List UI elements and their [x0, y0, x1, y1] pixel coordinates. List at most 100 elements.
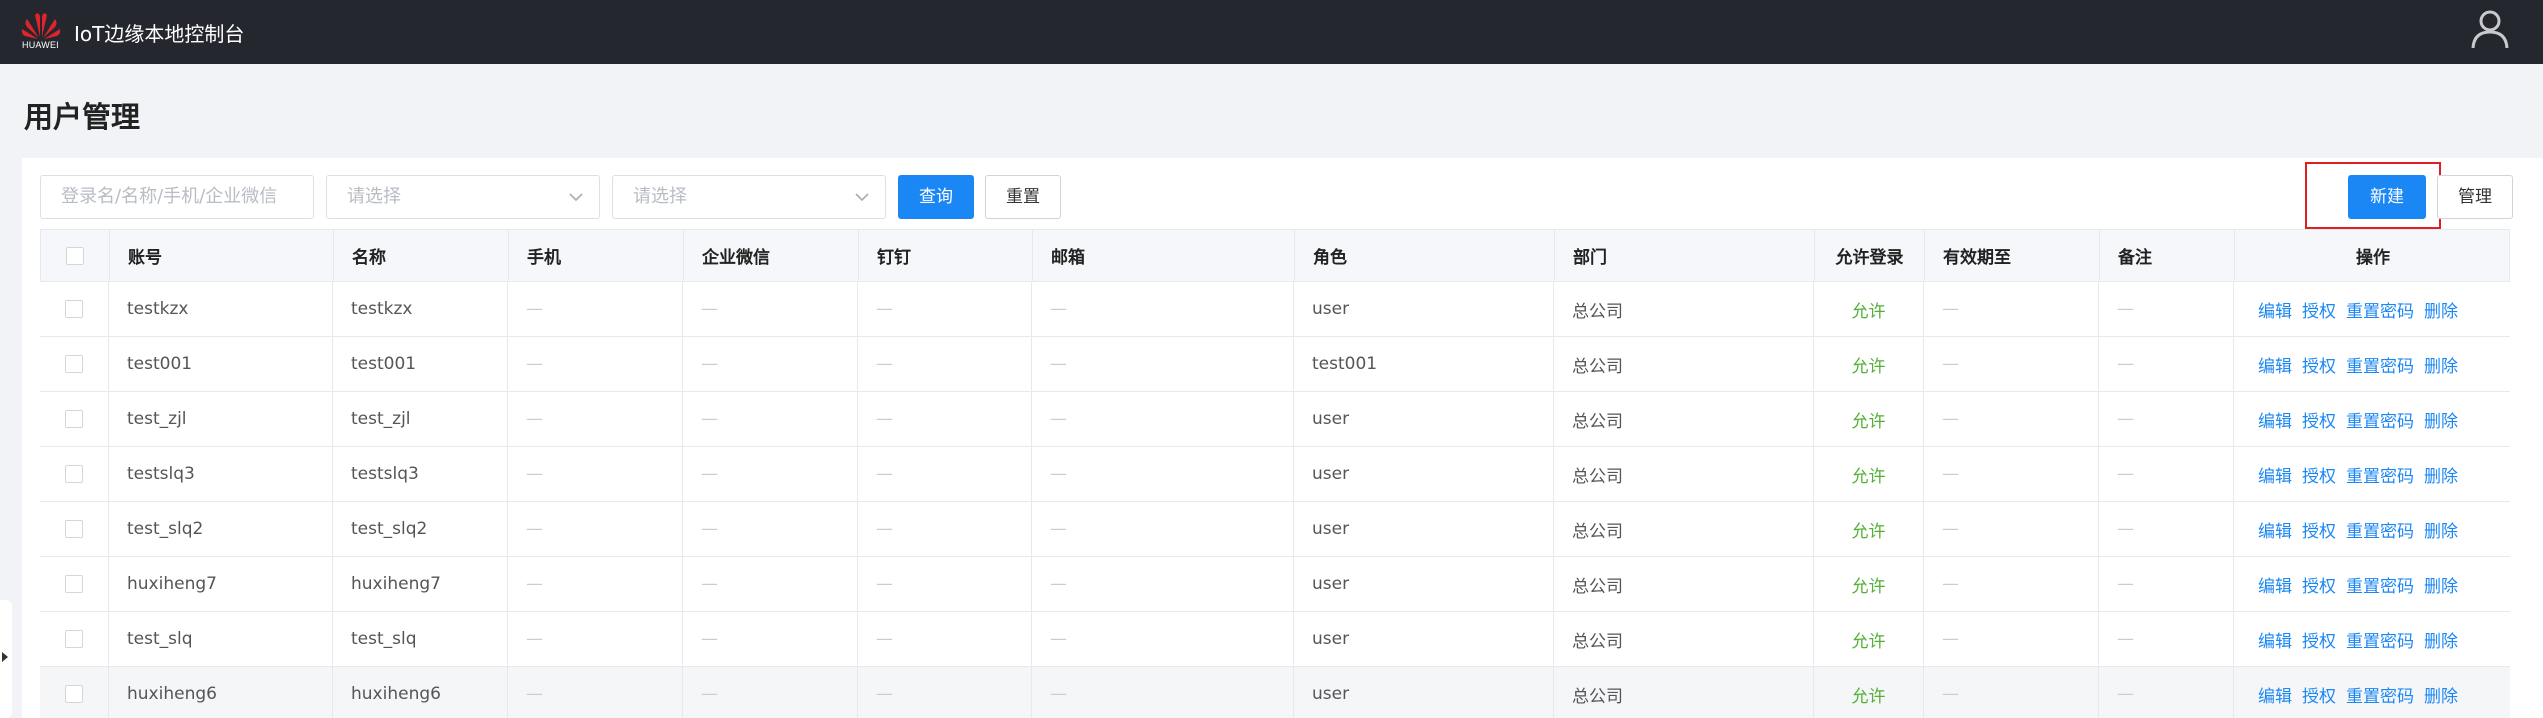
edit-link[interactable]: 编辑	[2258, 407, 2292, 432]
col-header: 手机	[509, 230, 684, 281]
authorize-link[interactable]: 授权	[2302, 407, 2336, 432]
table-row[interactable]: huxiheng6 huxiheng6 — — — — user 总公司 允许 — — 编辑 授权 重置密…	[40, 667, 2510, 718]
table-row[interactable]: testkzx testkzx — — — — user 总公司 允许 — — 编辑 授权 重置密码 删除	[40, 282, 2510, 337]
edit-link[interactable]: 编辑	[2258, 517, 2292, 542]
cell-dingtalk-text: —	[876, 409, 893, 429]
cell-name-text: huxiheng6	[351, 684, 441, 704]
cell-email-text: —	[1050, 629, 1067, 649]
row-checkbox[interactable]	[65, 300, 83, 318]
cell-name: test_slq	[333, 612, 508, 666]
cell-remark-text: —	[2117, 464, 2134, 484]
delete-link[interactable]: 删除	[2424, 462, 2458, 487]
cell-name: testslq3	[333, 447, 508, 501]
side-collapse-tab[interactable]	[0, 600, 12, 718]
cell-phone-text: —	[526, 684, 543, 704]
delete-link[interactable]: 删除	[2424, 352, 2458, 377]
cell-remark: —	[2099, 337, 2234, 391]
row-checkbox[interactable]	[65, 630, 83, 648]
cell-phone: —	[508, 502, 683, 556]
row-checkbox[interactable]	[65, 575, 83, 593]
reset-button[interactable]: 重置	[985, 175, 1061, 219]
cell-allow: 允许	[1814, 557, 1924, 611]
reset-password-link[interactable]: 重置密码	[2346, 297, 2414, 322]
cell-account-text: test001	[127, 354, 193, 374]
reset-password-link[interactable]: 重置密码	[2346, 352, 2414, 377]
cell-email: —	[1032, 337, 1294, 391]
cell-role-text: user	[1312, 519, 1350, 539]
manage-button[interactable]: 管理	[2437, 175, 2513, 219]
delete-link[interactable]: 删除	[2424, 572, 2458, 597]
table-row[interactable]: huxiheng7 huxiheng7 — — — — user 总公司 允许 — — 编辑 授权 重置密…	[40, 557, 2510, 612]
cell-account: huxiheng7	[109, 557, 333, 611]
delete-link[interactable]: 删除	[2424, 407, 2458, 432]
cell-remark-text: —	[2117, 409, 2134, 429]
cell-dept: 总公司	[1554, 392, 1814, 446]
row-checkbox-cell	[40, 502, 109, 556]
reset-password-link[interactable]: 重置密码	[2346, 407, 2414, 432]
row-checkbox[interactable]	[65, 520, 83, 538]
row-checkbox[interactable]	[65, 355, 83, 373]
user-icon[interactable]	[2470, 8, 2510, 50]
delete-link[interactable]: 删除	[2424, 682, 2458, 707]
reset-password-link[interactable]: 重置密码	[2346, 627, 2414, 652]
table-row[interactable]: testslq3 testslq3 — — — — user 总公司 允许 — — 编辑 授权 重置密码删…	[40, 447, 2510, 502]
delete-link[interactable]: 删除	[2424, 517, 2458, 542]
reset-password-link[interactable]: 重置密码	[2346, 462, 2414, 487]
edit-link[interactable]: 编辑	[2258, 682, 2292, 707]
table-row[interactable]: test001 test001 — — — — test001 总公司 允许 — — 编辑 授权 重置密码…	[40, 337, 2510, 392]
authorize-link[interactable]: 授权	[2302, 462, 2336, 487]
cell-dingtalk-text: —	[876, 574, 893, 594]
cell-phone: —	[508, 667, 683, 718]
reset-password-link[interactable]: 重置密码	[2346, 572, 2414, 597]
cell-remark-text: —	[2117, 354, 2134, 374]
reset-password-link[interactable]: 重置密码	[2346, 517, 2414, 542]
cell-phone: —	[508, 392, 683, 446]
search-input[interactable]: 登录名/名称/手机/企业微信	[40, 175, 314, 219]
cell-remark: —	[2099, 557, 2234, 611]
delete-link[interactable]: 删除	[2424, 627, 2458, 652]
row-checkbox[interactable]	[65, 410, 83, 428]
cell-dept: 总公司	[1554, 612, 1814, 666]
table-row[interactable]: test_slq2 test_slq2 — — — — user 总公司 允许 — — 编辑 授权 重置密…	[40, 502, 2510, 557]
row-checkbox[interactable]	[65, 465, 83, 483]
authorize-link[interactable]: 授权	[2302, 682, 2336, 707]
reset-password-link[interactable]: 重置密码	[2346, 682, 2414, 707]
new-button[interactable]: 新建	[2348, 175, 2426, 219]
row-checkbox[interactable]	[65, 685, 83, 703]
edit-link[interactable]: 编辑	[2258, 627, 2292, 652]
delete-link[interactable]: 删除	[2424, 297, 2458, 322]
edit-link[interactable]: 编辑	[2258, 352, 2292, 377]
cell-expire: —	[1924, 667, 2099, 718]
authorize-link[interactable]: 授权	[2302, 572, 2336, 597]
select-filter-2[interactable]: 请选择	[612, 175, 886, 219]
cell-role: user	[1294, 557, 1554, 611]
select-filter-1[interactable]: 请选择	[326, 175, 600, 219]
cell-expire-text: —	[1942, 684, 1959, 704]
row-checkbox-cell	[40, 337, 109, 391]
cell-name-text: test_zjl	[351, 409, 411, 429]
cell-dept-text: 总公司	[1572, 576, 1623, 597]
cell-wecom: —	[683, 447, 858, 501]
cell-wecom-text: —	[701, 629, 718, 649]
col-header: 企业微信	[684, 230, 859, 281]
edit-link[interactable]: 编辑	[2258, 462, 2292, 487]
cell-phone: —	[508, 612, 683, 666]
authorize-link[interactable]: 授权	[2302, 627, 2336, 652]
table-row[interactable]: test_zjl test_zjl — — — — user 总公司 允许 — — 编辑 授权 重置密码删…	[40, 392, 2510, 447]
authorize-link[interactable]: 授权	[2302, 352, 2336, 377]
caret-right-icon	[2, 652, 8, 662]
authorize-link[interactable]: 授权	[2302, 517, 2336, 542]
select-all-checkbox[interactable]	[66, 246, 84, 265]
edit-link[interactable]: 编辑	[2258, 297, 2292, 322]
cell-account-text: test_zjl	[127, 409, 187, 429]
query-button[interactable]: 查询	[898, 175, 974, 219]
edit-link[interactable]: 编辑	[2258, 572, 2292, 597]
cell-role: user	[1294, 282, 1554, 336]
cell-wecom-text: —	[701, 464, 718, 484]
table-row[interactable]: test_slq test_slq — — — — user 总公司 允许 — — 编辑 授权 重置密码删…	[40, 612, 2510, 667]
row-checkbox-cell	[40, 447, 109, 501]
cell-email-text: —	[1050, 299, 1067, 319]
cell-name-text: huxiheng7	[351, 574, 441, 594]
authorize-link[interactable]: 授权	[2302, 297, 2336, 322]
cell-dingtalk-text: —	[876, 629, 893, 649]
